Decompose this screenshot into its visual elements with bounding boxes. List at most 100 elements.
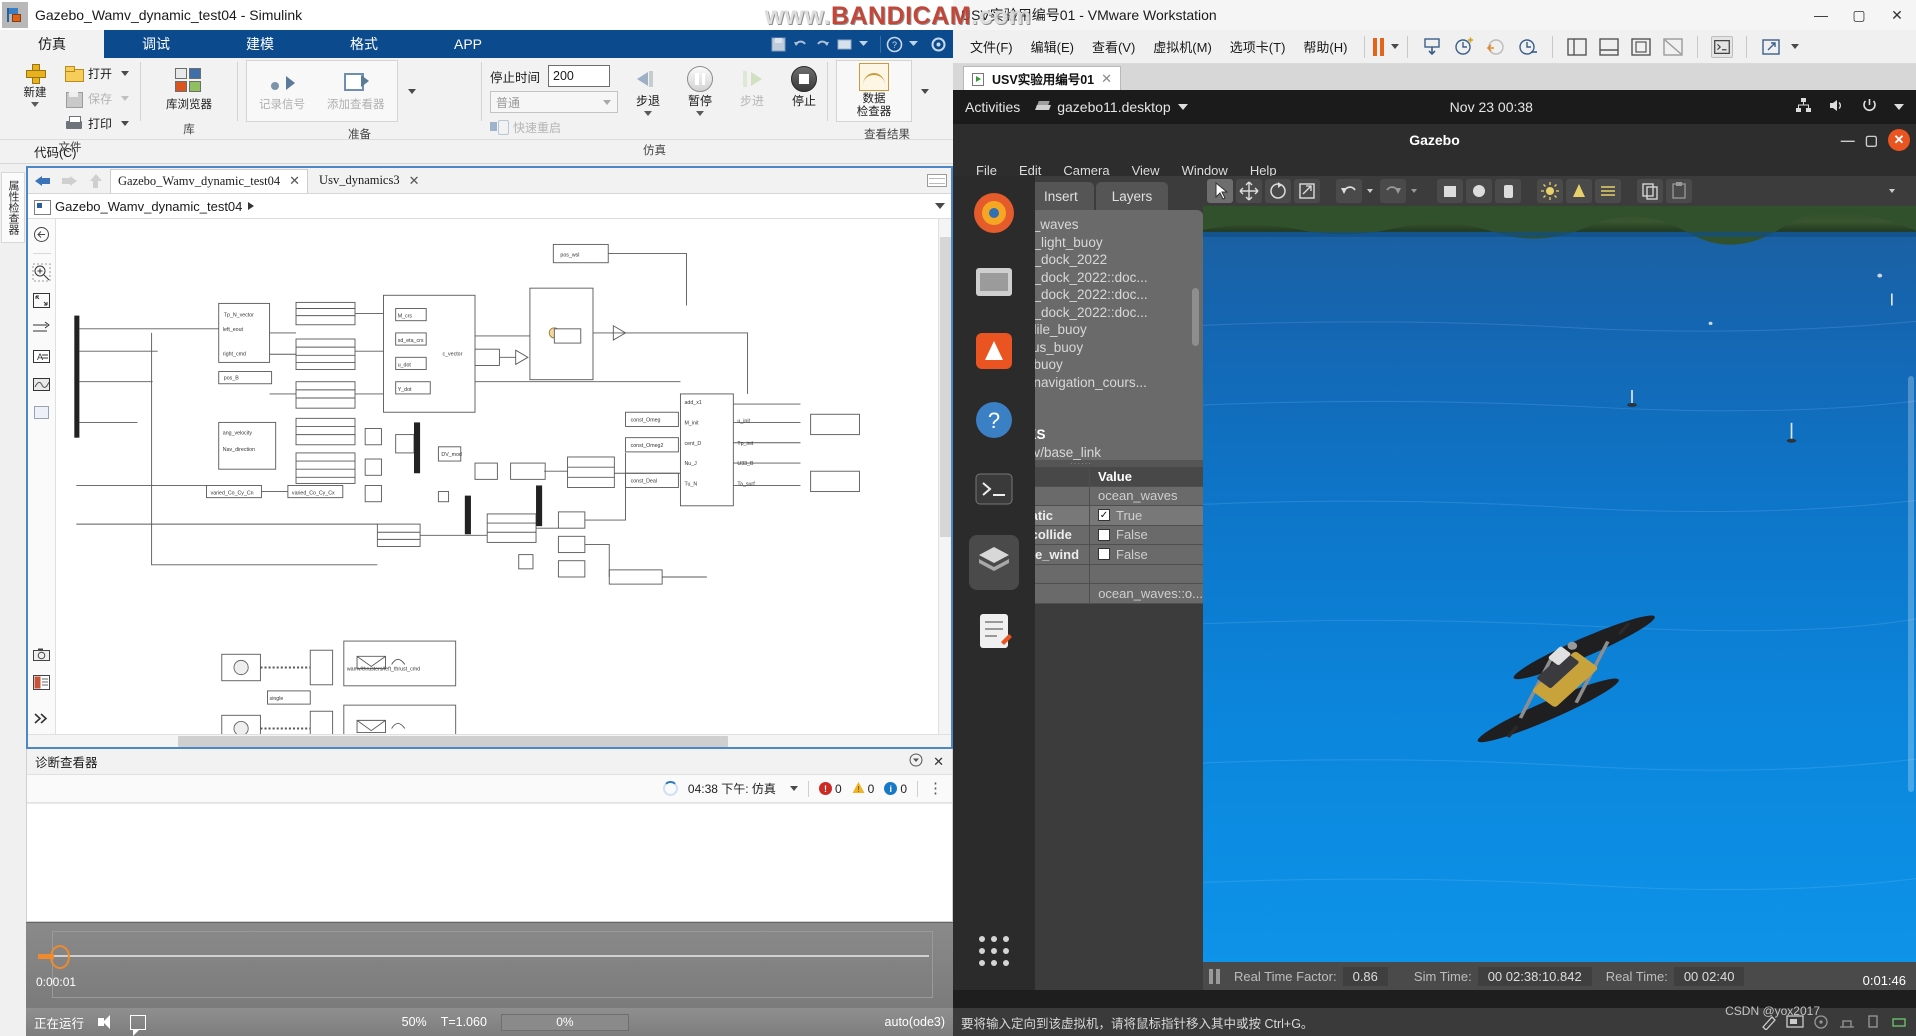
network-adapter-icon[interactable] [1838,1014,1856,1030]
prepare-more-chevron-icon[interactable] [407,88,416,94]
show-console-view-icon[interactable] [1598,36,1620,58]
chevron-down-icon[interactable] [121,71,130,76]
expand-toolbar-icon[interactable] [32,709,51,728]
add-viewer-button[interactable]: 添加查看器 [323,68,389,114]
warning-badge[interactable]: ! 0 [852,781,874,797]
gazebo-dock-icon[interactable] [969,535,1019,590]
minimize-button[interactable]: — [1802,0,1840,30]
undo-icon[interactable] [792,36,809,53]
checkbox-unchecked-icon[interactable] [1098,528,1110,541]
signal-routing-icon[interactable] [32,319,51,338]
console-terminal-icon[interactable] [1711,35,1734,58]
tab-list-icon[interactable] [927,174,947,187]
snapshot-revert-icon[interactable] [1485,36,1507,58]
chevron-down-icon[interactable] [858,36,875,53]
breadcrumb-expand-icon[interactable] [935,203,945,209]
stop-button[interactable]: 停止 [784,66,824,116]
breadcrumb-label[interactable]: Gazebo_Wamv_dynamic_test04 [55,199,242,214]
tab-insert[interactable]: Insert [1028,182,1094,210]
gazebo-3d-viewport[interactable] [1203,206,1916,962]
chevron-down-icon[interactable] [31,102,39,107]
results-more-chevron-icon[interactable] [921,88,930,94]
model-explorer-icon[interactable] [32,673,51,692]
back-arrow-icon[interactable] [32,171,54,191]
system-menu-chevron-icon[interactable] [1894,104,1905,110]
up-arrow-icon[interactable] [84,171,106,191]
step-back-button[interactable]: 步退 [628,66,668,116]
copy-icon[interactable] [1637,179,1663,203]
redo-chevron-icon[interactable] [1409,179,1421,203]
chevron-down-icon[interactable] [644,111,653,116]
zoom-level[interactable]: 50% [402,1015,427,1029]
network-icon[interactable] [1795,97,1812,117]
model-tab-usv-dynamics3[interactable]: Usv_dynamics3 ✕ [312,169,426,193]
chevron-down-icon-2[interactable] [908,36,925,53]
gazebo-maximize-button[interactable]: ▢ [1865,132,1878,149]
chevron-down-icon[interactable] [696,111,705,116]
translate-mode-icon[interactable] [1236,179,1262,203]
scale-mode-icon[interactable] [1294,179,1320,203]
scrollbar-thumb-horizontal[interactable] [178,736,728,748]
save-button[interactable]: 保存 [62,87,132,110]
step-forward-button[interactable]: 步进 [732,66,772,116]
spot-light-icon[interactable] [1566,179,1592,203]
snapshot-take-icon[interactable] [1453,36,1475,58]
volume-icon[interactable] [1828,97,1845,117]
diagnostic-close-icon[interactable]: ✕ [933,754,944,770]
fit-to-view-icon[interactable] [32,225,51,244]
fullscreen-icon[interactable] [1630,36,1652,58]
chevron-down-icon[interactable] [789,786,798,792]
diagnostic-dock-icon[interactable] [909,753,923,770]
ubuntu-clock[interactable]: Nov 23 00:38 [1450,99,1533,115]
app-menu-gazebo[interactable]: gazebo11.desktop [1036,99,1188,115]
insert-box-icon[interactable] [1437,179,1463,203]
sim-pause-icon[interactable] [1209,968,1220,984]
redo-icon[interactable] [1380,179,1406,203]
new-button[interactable]: 新建 [8,62,62,109]
activities-button[interactable]: Activities [965,99,1020,115]
vm-menu-vm[interactable]: 虚拟机(M) [1144,30,1221,64]
view-more-chevron-icon[interactable] [1886,179,1912,203]
maximize-button[interactable]: ▢ [1840,0,1878,30]
fast-restart-toggle[interactable]: 快速重启 [490,116,618,138]
gazebo-minimize-button[interactable]: — [1841,132,1855,148]
unity-mode-icon[interactable] [1662,36,1684,58]
redo-icon[interactable] [814,36,831,53]
log-signals-button[interactable]: 记录信号 [255,68,309,114]
grid-icon[interactable] [836,36,853,53]
firefox-icon[interactable] [971,190,1017,241]
show-library-icon[interactable] [1566,36,1588,58]
select-mode-icon[interactable] [1207,179,1233,203]
vm-menu-view[interactable]: 查看(V) [1083,30,1144,64]
camera-icon[interactable] [32,645,51,664]
undo-icon[interactable] [1336,179,1362,203]
vm-tab-usv[interactable]: USV实验用编号01 ✕ [963,66,1122,90]
timeline-track[interactable] [54,955,929,958]
scrollbar-thumb[interactable] [940,237,951,537]
ribbon-tab-apps[interactable]: APP [416,30,520,58]
tab-layers[interactable]: Layers [1095,182,1169,210]
vm-menu-help[interactable]: 帮助(H) [1294,30,1356,64]
close-icon[interactable]: ✕ [1101,71,1112,87]
solver-label[interactable]: auto(ode3) [885,1015,945,1029]
usb-icon[interactable] [1864,1014,1882,1030]
point-light-icon[interactable] [1537,179,1563,203]
send-key-icon[interactable] [1760,36,1782,58]
gazebo-close-button[interactable]: ✕ [1888,129,1910,151]
checkbox-checked-icon[interactable]: ✓ [1098,509,1110,522]
error-badge[interactable]: ! 0 [818,782,842,796]
speaker-icon[interactable] [98,1014,116,1030]
chevron-down-icon[interactable] [1391,44,1400,49]
text-editor-icon[interactable] [971,608,1017,659]
insert-sphere-icon[interactable] [1466,179,1492,203]
show-applications-icon[interactable] [974,931,1014,976]
close-button[interactable]: ✕ [1878,0,1916,30]
insert-cylinder-icon[interactable] [1495,179,1521,203]
simulation-mode-select[interactable]: 普通 [490,91,619,113]
ribbon-tab-debug[interactable]: 调试 [104,30,208,58]
stop-time-input[interactable]: 200 [548,65,611,87]
fit-diagram-icon[interactable] [32,291,51,310]
checkbox-unchecked-icon[interactable] [1098,548,1110,561]
help-icon[interactable]: ? [886,36,903,53]
vm-suspend-icon[interactable] [1373,37,1385,56]
